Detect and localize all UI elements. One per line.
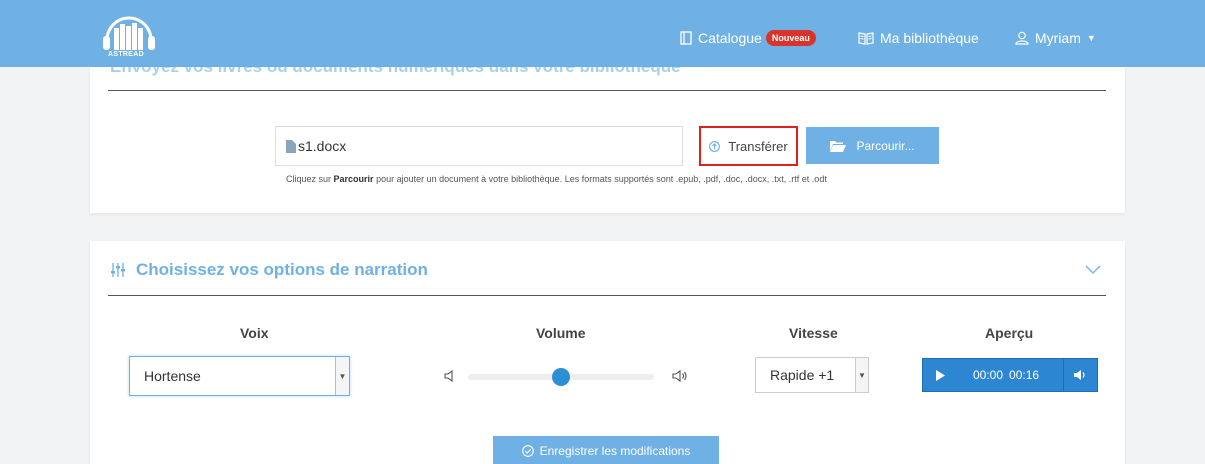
transfer-button[interactable]: Transférer [699, 126, 798, 166]
volume-high-icon [672, 369, 688, 383]
volume-slider-thumb[interactable] [552, 368, 570, 386]
transfer-label: Transférer [728, 138, 788, 154]
preview-label: Aperçu [985, 325, 1034, 341]
divider [108, 295, 1106, 296]
nav-catalogue-label: Catalogue [698, 30, 762, 46]
save-settings-button[interactable]: Enregistrer les modifications [493, 436, 719, 464]
chevron-down-icon[interactable]: ▼ [335, 357, 349, 395]
narration-title-text: Choisissez vos options de narration [136, 260, 428, 279]
volume-low-icon [444, 369, 458, 383]
nav-library[interactable]: Ma bibliothèque [858, 30, 979, 46]
user-icon [1015, 31, 1029, 45]
upload-help-text: Cliquez sur Parcourir pour ajouter un do… [286, 174, 827, 184]
save-settings-label: Enregistrer les modifications [539, 444, 691, 458]
nav-library-label: Ma bibliothèque [880, 30, 979, 46]
chevron-down-icon[interactable] [1085, 265, 1101, 274]
nav-catalogue[interactable]: Catalogue Nouveau [680, 30, 816, 46]
speed-select-value: Rapide +1 [770, 367, 835, 383]
voice-select[interactable]: Hortense ▼ [129, 356, 350, 396]
user-name: Myriam [1035, 30, 1081, 46]
audio-preview-player: 00:00 00:16 [922, 358, 1098, 392]
file-icon [286, 139, 296, 153]
user-menu[interactable]: Myriam ▼ [1015, 30, 1096, 46]
speed-label: Vitesse [789, 325, 838, 341]
upload-circle-icon [709, 140, 721, 152]
volume-slider[interactable] [468, 368, 654, 386]
duration-time: 00:16 [1009, 368, 1040, 382]
voice-label: Voix [240, 325, 269, 341]
chevron-down-icon[interactable]: ▼ [855, 358, 868, 392]
headphones-books-icon [103, 16, 155, 50]
file-name: s1.docx [298, 138, 347, 154]
volume-label: Volume [536, 325, 586, 341]
check-circle-icon [521, 445, 534, 457]
upload-card: Envoyez vos livres ou documents numériqu… [90, 57, 1125, 213]
current-time: 00:00 [973, 368, 1004, 382]
upload-section-title: Envoyez vos livres ou documents numériqu… [110, 57, 681, 76]
voice-select-value: Hortense [144, 368, 201, 384]
narration-card: Choisissez vos options de narration Voix… [90, 241, 1125, 464]
browse-label: Parcourir... [856, 138, 915, 153]
file-input[interactable]: s1.docx [275, 126, 683, 166]
browse-button[interactable]: Parcourir... [806, 127, 939, 164]
caret-down-icon: ▼ [1086, 33, 1096, 43]
new-badge: Nouveau [765, 30, 816, 46]
speaker-icon[interactable] [1063, 359, 1097, 391]
book-icon [680, 31, 692, 45]
divider [108, 90, 1106, 91]
play-icon[interactable] [923, 359, 957, 391]
folder-open-icon [830, 140, 847, 152]
narration-section-title: Choisissez vos options de narration [110, 260, 428, 280]
help-bold: Parcourir [333, 174, 374, 184]
sliders-icon [110, 262, 126, 278]
speed-select[interactable]: Rapide +1 ▼ [755, 357, 869, 393]
open-book-icon [858, 31, 874, 45]
